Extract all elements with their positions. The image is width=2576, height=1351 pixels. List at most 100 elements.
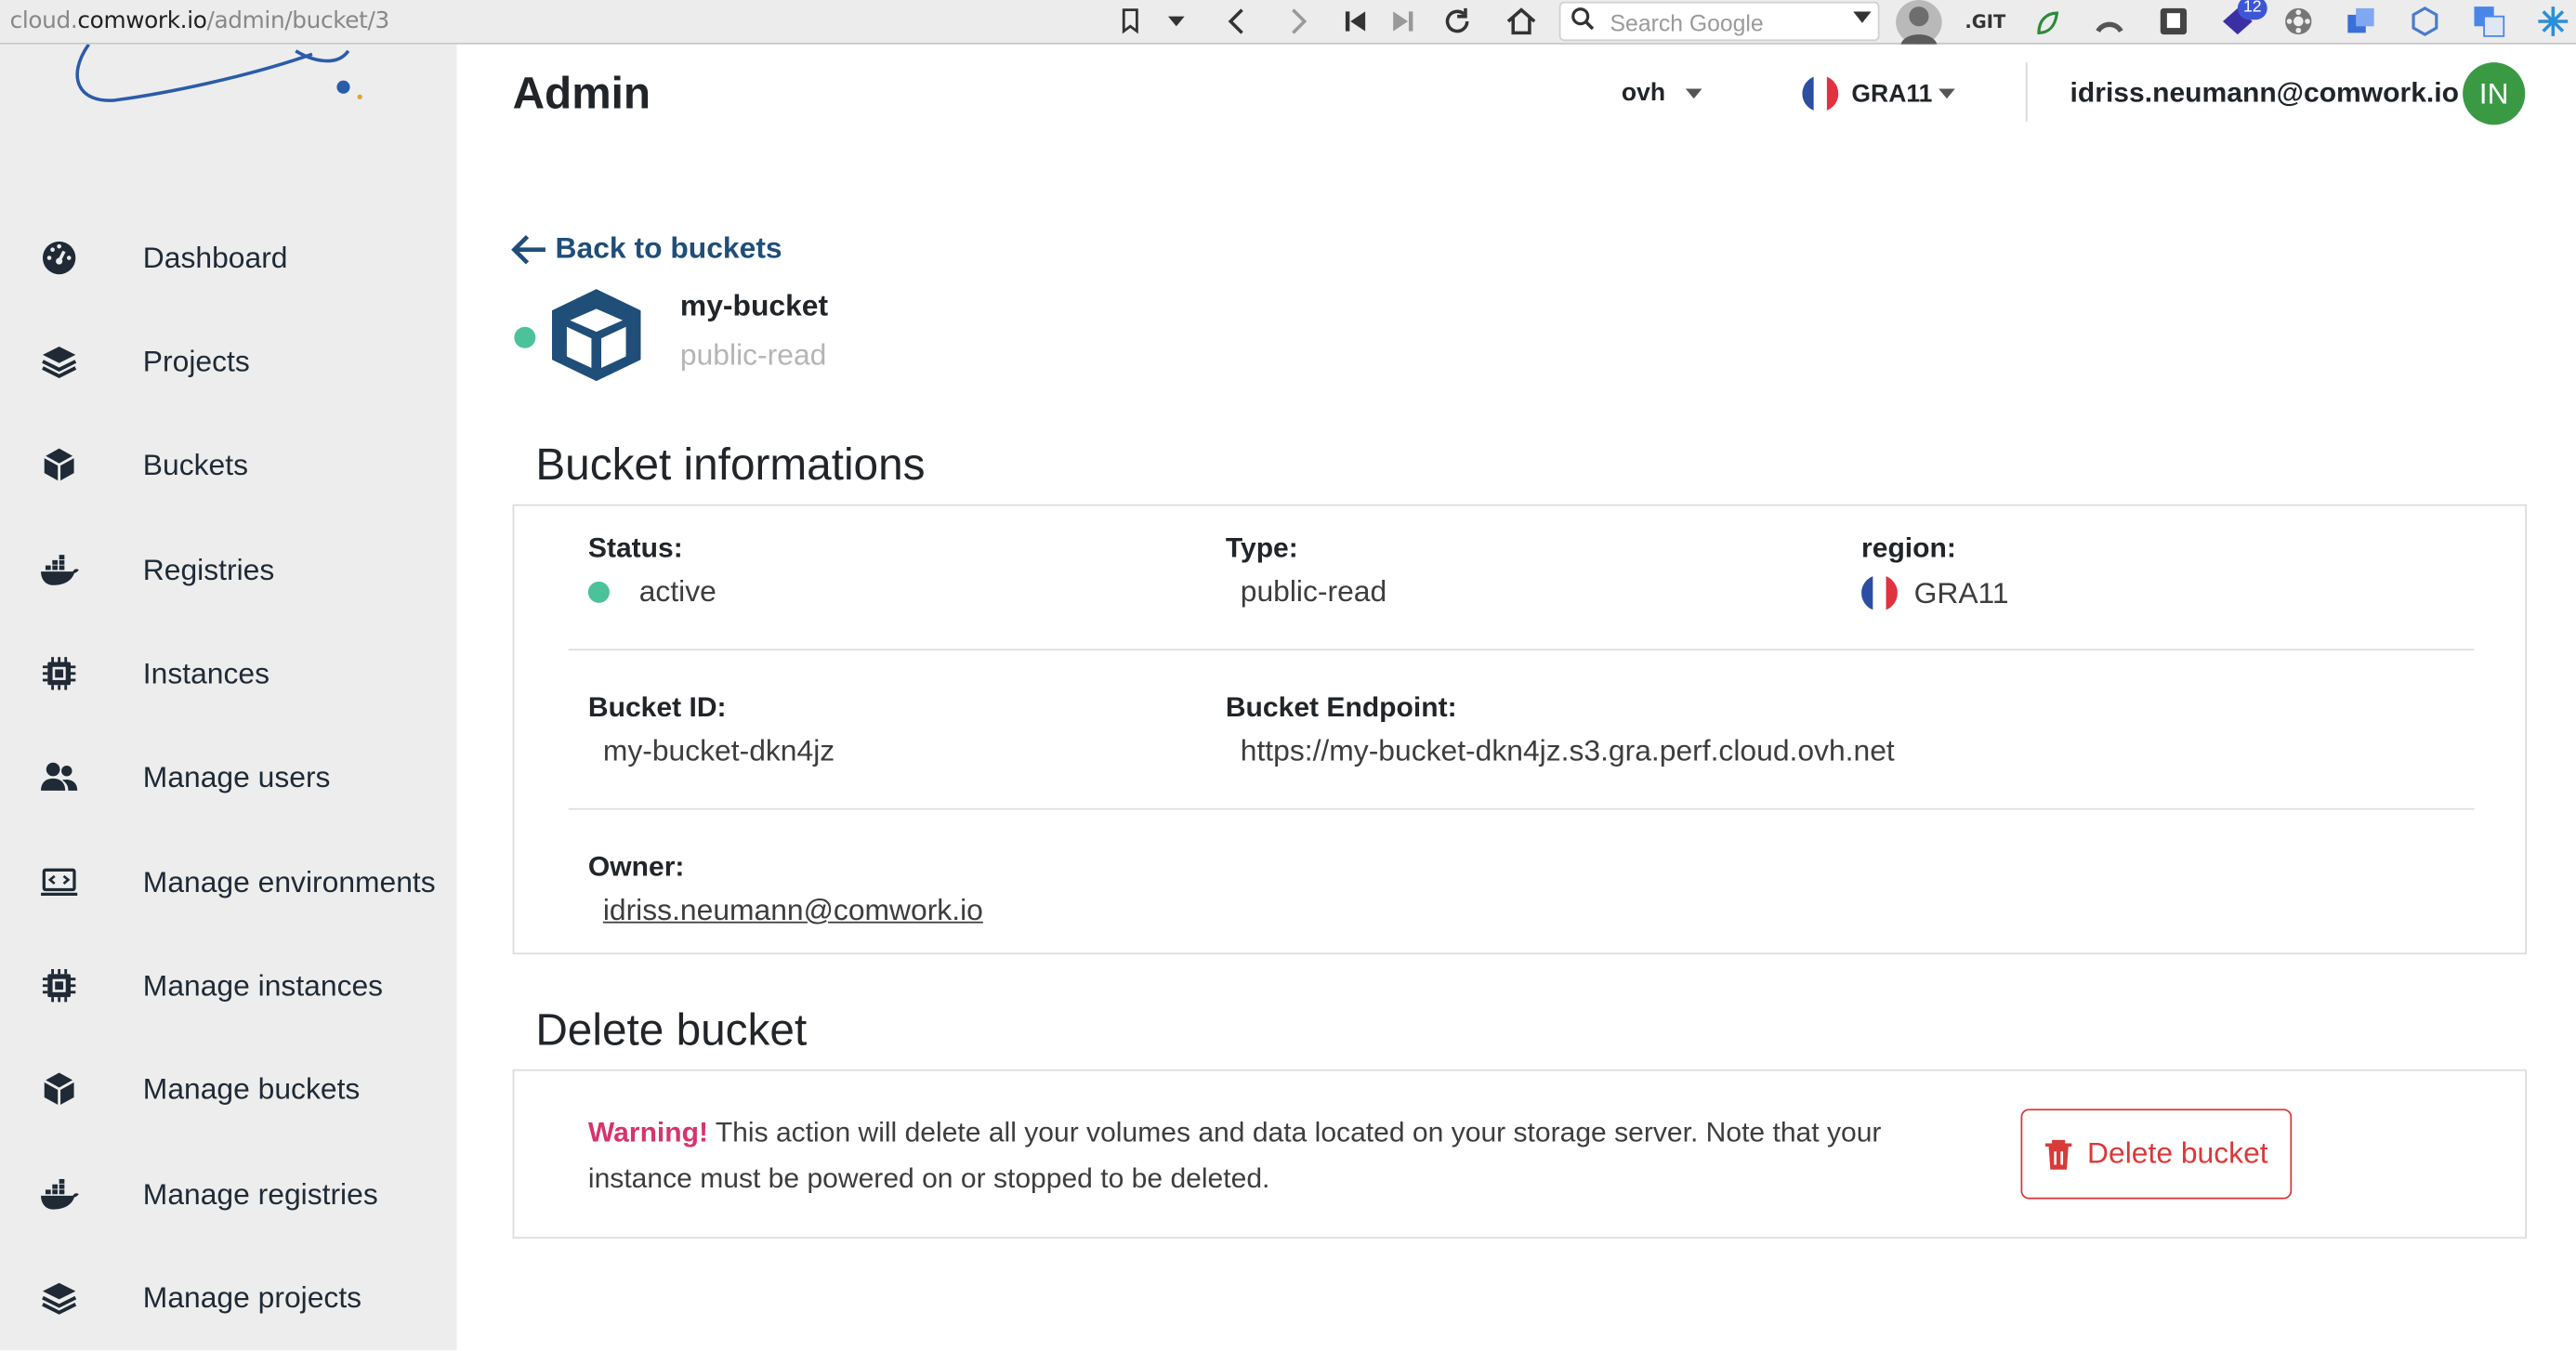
bucket-endpoint-label: Bucket Endpoint:	[1225, 691, 1457, 723]
sidebar-item-dashboard[interactable]: Dashboard	[0, 225, 456, 291]
app-root: cloud.comwork.io/admin/bucket/3 Search G…	[0, 0, 2576, 1351]
cube-icon	[39, 445, 78, 484]
address-bar[interactable]: cloud.comwork.io/admin/bucket/3	[10, 7, 390, 35]
layers-icon	[39, 342, 78, 381]
sidebar-item-label: Registries	[142, 552, 275, 586]
browser-toolbar: cloud.comwork.io/admin/bucket/3 Search G…	[0, 0, 2576, 45]
user-email[interactable]: idriss.neumann@comwork.io	[2070, 77, 2459, 110]
chevron-down-icon	[1939, 88, 1956, 99]
arrow-left-icon	[511, 234, 545, 264]
back-icon[interactable]	[1224, 5, 1247, 37]
sidebar-item-manage-users[interactable]: Manage users	[0, 744, 456, 810]
chevron-down-icon	[1685, 87, 1702, 98]
region-value: GRA11	[1861, 574, 2009, 611]
forward-icon[interactable]	[1288, 5, 1311, 37]
search-placeholder: Search Google	[1610, 9, 1764, 36]
region-select[interactable]: GRA11	[1802, 75, 1956, 112]
divider	[568, 807, 2475, 810]
status-label: Status:	[587, 531, 683, 564]
type-value: public-read	[1240, 574, 1387, 609]
layers-icon	[39, 1278, 78, 1317]
shield-extension-icon[interactable]	[2157, 5, 2189, 37]
sidebar-item-manage-environments[interactable]: Manage environments	[0, 849, 456, 915]
git-extension-icon[interactable]: .GIT	[1965, 5, 2005, 37]
search-input[interactable]: Search Google	[1558, 1, 1880, 42]
france-flag-icon	[1861, 574, 1898, 611]
delete-warning: Warning! This action will delete all you…	[588, 1110, 1985, 1202]
warning-text: This action will delete all your volumes…	[587, 1117, 1882, 1195]
bucket-cube-icon	[547, 286, 646, 385]
home-icon[interactable]	[1505, 5, 1537, 37]
region-label: region:	[1861, 531, 1956, 564]
sidebar-item-instances[interactable]: Instances	[0, 640, 456, 706]
delete-button-label: Delete bucket	[2087, 1136, 2268, 1170]
profile-avatar[interactable]	[1896, 0, 1942, 45]
skip-back-icon[interactable]	[1344, 5, 1367, 37]
status-dot	[587, 581, 610, 603]
search-icon	[1571, 7, 1597, 38]
tabs-extension-icon[interactable]	[2345, 5, 2377, 37]
graph-extension-icon[interactable]	[2409, 5, 2441, 37]
bucket-info-title: Bucket informations	[535, 439, 926, 490]
sidebar-item-label: Manage instances	[142, 968, 384, 1002]
skip-forward-icon[interactable]	[1391, 5, 1414, 37]
sidebar-item-registries[interactable]: Registries	[0, 537, 456, 603]
bookmark-icon[interactable]	[1121, 5, 1140, 37]
sidebar-item-label: Instances	[142, 656, 270, 689]
notification-badge: 12	[2237, 0, 2267, 20]
bucket-id-label: Bucket ID:	[587, 691, 727, 723]
sidebar-item-label: Manage registries	[142, 1176, 378, 1211]
back-link-label: Back to buckets	[555, 231, 782, 265]
divider	[568, 649, 2475, 651]
warning-label: Warning!	[587, 1117, 709, 1148]
avatar[interactable]: IN	[2463, 62, 2526, 125]
chevron-down-icon[interactable]	[1853, 8, 1872, 28]
sidebar-item-manage-instances[interactable]: Manage instances	[0, 952, 456, 1018]
page-title: Admin	[512, 69, 651, 119]
owner-email-link[interactable]: idriss.neumann@comwork.io	[603, 894, 983, 928]
sidebar-item-label: Manage buckets	[142, 1071, 361, 1105]
delete-bucket-button[interactable]: Delete bucket	[2020, 1108, 2293, 1200]
trash-icon	[2045, 1139, 2073, 1169]
provider-select[interactable]: ovh	[1622, 79, 1702, 107]
chip-icon	[39, 966, 78, 1005]
region-value: GRA11	[1851, 79, 1933, 108]
sidebar-item-label: Projects	[142, 344, 250, 377]
sidebar-item-manage-registries[interactable]: Manage registries	[0, 1161, 456, 1227]
brand-logo[interactable]	[66, 43, 378, 156]
delete-bucket-title: Delete bucket	[535, 1004, 808, 1055]
back-to-buckets-link[interactable]: Back to buckets	[511, 231, 782, 266]
sparkle-extension-icon[interactable]	[2537, 5, 2569, 37]
delete-bucket-card: Warning! This action will delete all you…	[512, 1069, 2528, 1239]
cube-icon	[39, 1069, 78, 1108]
status-value: active	[587, 574, 716, 610]
sidebar-item-buckets[interactable]: Buckets	[0, 432, 456, 498]
chip-icon	[39, 654, 78, 693]
sidebar-item-projects[interactable]: Projects	[0, 329, 456, 395]
bucket-info-card: Status: active Type: public-read region:…	[512, 504, 2528, 955]
sidebar-item-manage-buckets[interactable]: Manage buckets	[0, 1056, 456, 1122]
translate-extension-icon[interactable]	[2473, 5, 2505, 37]
status-dot	[514, 326, 536, 348]
laptop-code-icon	[39, 862, 78, 901]
docker-icon	[39, 1174, 79, 1213]
sidebar-item-manage-projects[interactable]: Manage projects	[0, 1265, 456, 1331]
url-domain: comwork.io	[77, 7, 207, 35]
sidebar-item-label: Manage users	[142, 759, 331, 794]
owner-value: idriss.neumann@comwork.io	[603, 894, 983, 928]
reload-icon[interactable]	[1440, 5, 1473, 37]
sidebar-item-label: Manage projects	[142, 1280, 362, 1314]
leaf-extension-icon[interactable]	[2031, 5, 2063, 37]
bucket-acl: public-read	[679, 338, 827, 372]
region-text: GRA11	[1913, 575, 2009, 610]
chevron-down-icon[interactable]	[1166, 5, 1186, 37]
status-text: active	[638, 574, 716, 609]
bucket-id-value: my-bucket-dkn4jz	[602, 734, 835, 767]
header-divider	[2025, 62, 2028, 122]
dashboard-icon	[39, 238, 78, 277]
arc-extension-icon[interactable]	[2093, 5, 2125, 37]
url-path: /admin/bucket/3	[206, 7, 390, 35]
sidebar-item-label: Dashboard	[142, 240, 288, 274]
reel-extension-icon[interactable]	[2282, 5, 2315, 37]
users-icon	[39, 757, 78, 796]
